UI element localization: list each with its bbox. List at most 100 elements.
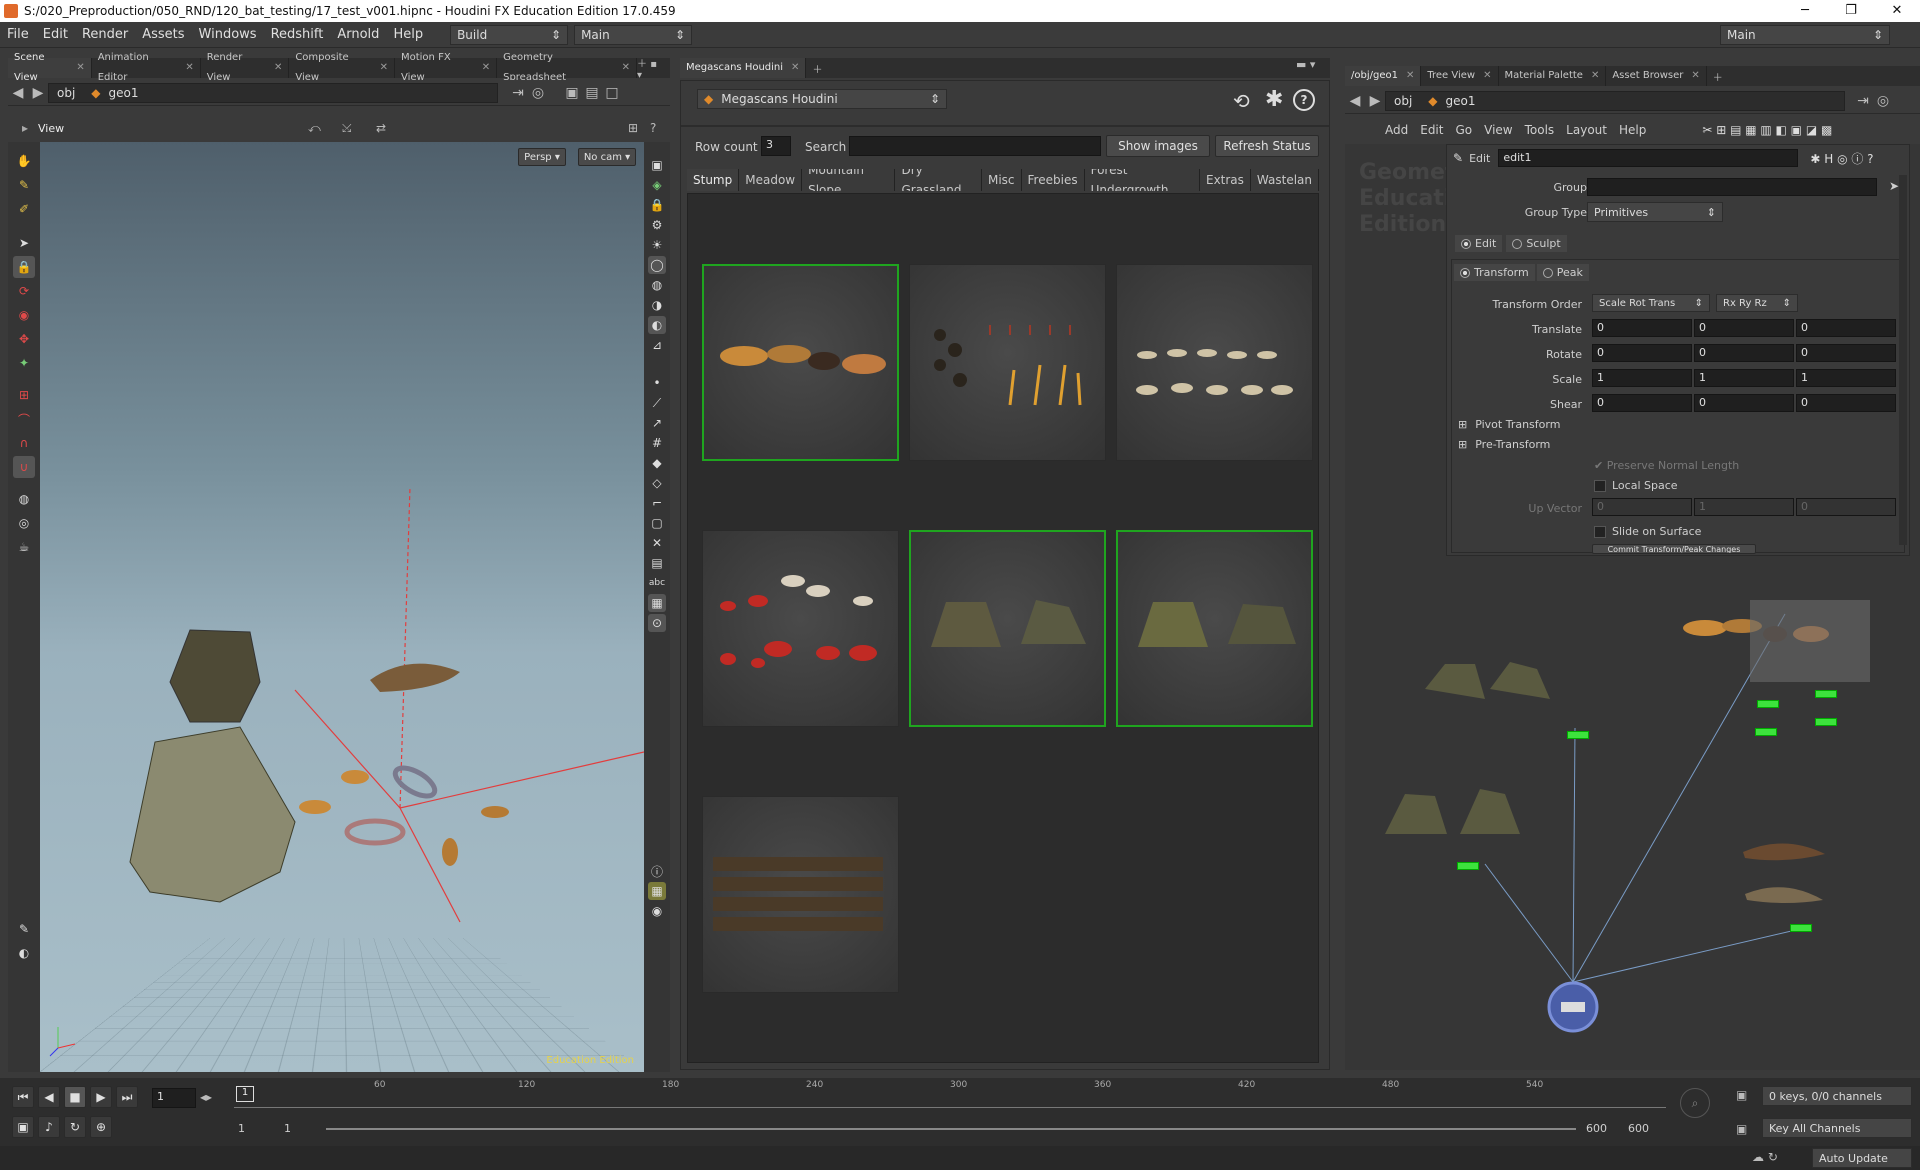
commit-button[interactable]: Commit Transform/Peak Changes	[1592, 544, 1756, 554]
mushroom-cap-3[interactable]	[481, 806, 509, 818]
close-tab-icon[interactable]: ✕	[622, 58, 630, 78]
tab-wasteland[interactable]: Wastelan	[1250, 169, 1319, 191]
reload-icon[interactable]: ⟲	[1233, 89, 1250, 113]
torus-object[interactable]	[391, 762, 439, 801]
translate-z-field[interactable]: 0	[1796, 319, 1896, 337]
up-vector-x[interactable]: 0	[1592, 498, 1692, 516]
grid-icon[interactable]: ▦	[648, 882, 666, 900]
vp-tool-icon[interactable]: ▤	[648, 554, 666, 572]
menu-view[interactable]: View	[1478, 123, 1518, 137]
group-type-dropdown[interactable]: Primitives ⇕	[1587, 202, 1723, 222]
asset-thumbnail-mushrooms[interactable]	[702, 264, 899, 461]
maximize-button[interactable]: ❐	[1828, 0, 1874, 22]
tab-peak[interactable]: Peak	[1536, 264, 1589, 281]
rotate-z-field[interactable]: 0	[1796, 344, 1896, 362]
menu-layout[interactable]: Layout	[1560, 123, 1613, 137]
link-icon[interactable]: ◎	[528, 83, 548, 103]
menu-redshift[interactable]: Redshift	[264, 27, 331, 42]
menu-add[interactable]: Add	[1379, 123, 1414, 137]
close-tab-icon[interactable]: ✕	[1406, 66, 1414, 86]
vp-tool-icon[interactable]: ⚙	[648, 216, 666, 234]
vp-tool-icon[interactable]: ◆	[648, 454, 666, 472]
vp-tool-icon[interactable]: ◈	[648, 176, 666, 194]
asset-thumbnail-debris[interactable]	[702, 796, 899, 993]
pan-tool-icon[interactable]: ⤩	[342, 121, 352, 136]
network-node[interactable]	[1755, 728, 1777, 736]
network-node[interactable]	[1815, 718, 1837, 726]
vp-tool-icon[interactable]: ▣	[648, 156, 666, 174]
range-start-2[interactable]: 1	[284, 1122, 291, 1135]
rotate-icon[interactable]: ⟳	[13, 280, 35, 302]
frame-step-icon[interactable]: ◂▸	[200, 1090, 212, 1104]
pivot-transform-folder[interactable]: ⊞ Pivot Transform	[1458, 418, 1560, 431]
vp-tool-icon[interactable]: ◍	[648, 276, 666, 294]
preserve-normal-checkbox[interactable]: ✔ Preserve Normal Length	[1594, 459, 1739, 472]
close-tab-icon[interactable]: ✕	[274, 58, 282, 78]
keys-channels-dropdown[interactable]: 0 keys, 0/0 channels	[1762, 1086, 1912, 1106]
menu-help[interactable]: Help	[1613, 123, 1652, 137]
render-icon[interactable]: ☕	[13, 536, 35, 558]
close-tab-icon[interactable]: ✕	[482, 58, 490, 78]
translate-x-field[interactable]: 0	[1592, 319, 1692, 337]
tree-stump-bottom[interactable]	[129, 726, 296, 903]
menu-render[interactable]: Render	[75, 27, 135, 42]
asset-thumbnail-red-mushrooms[interactable]	[702, 530, 899, 727]
range-slider[interactable]	[326, 1128, 1576, 1130]
network-node[interactable]	[1790, 924, 1812, 932]
help-icon[interactable]: ?	[1293, 89, 1315, 111]
asset-thumbnail-pale-mushrooms[interactable]	[1116, 264, 1313, 461]
tumble-tool-icon[interactable]: ⤺	[308, 121, 321, 136]
refresh-status-button[interactable]: Refresh Status	[1215, 135, 1319, 157]
asset-thumbnail-stumps-1[interactable]	[909, 530, 1106, 727]
network-node[interactable]	[1457, 862, 1479, 870]
menu-help[interactable]: Help	[386, 27, 430, 42]
add-tab-icon[interactable]: ＋	[1707, 69, 1729, 84]
desktop-main-dropdown[interactable]: Main ⇕	[574, 24, 693, 45]
pane-menu-icon[interactable]: ▬ ▾	[1296, 58, 1330, 78]
network-path[interactable]: obj ◆ geo1	[1385, 90, 1845, 111]
mode-edit-radio[interactable]: Edit	[1455, 234, 1503, 252]
parm-tools-icon[interactable]: ✱ H ◎ ⓘ ?	[1810, 150, 1873, 167]
asset-thumbnail-leaves[interactable]	[909, 264, 1106, 461]
group-field[interactable]	[1587, 178, 1877, 196]
up-vector-z[interactable]: 0	[1796, 498, 1896, 516]
megascans-dropdown[interactable]: ◆ Megascans Houdini ⇕	[697, 89, 947, 109]
pose-icon[interactable]: ✦	[13, 352, 35, 374]
path-obj[interactable]: obj	[57, 86, 75, 100]
transform-order-dropdown[interactable]: Scale Rot Trans ⇕	[1592, 294, 1710, 312]
link-icon[interactable]: ◎	[1873, 91, 1893, 111]
timeline-ruler[interactable]: 1 60 120 180 240 300 360 420 480 540	[234, 1080, 1666, 1108]
row-count-field[interactable]: 3	[761, 136, 791, 156]
rotate-x-field[interactable]: 0	[1592, 344, 1692, 362]
menu-tools[interactable]: Tools	[1519, 123, 1561, 137]
shear-x-field[interactable]: 0	[1592, 394, 1692, 412]
paint-icon[interactable]: ✐	[13, 198, 35, 220]
close-tab-icon[interactable]: ✕	[185, 58, 193, 78]
range-end[interactable]: 600	[1586, 1122, 1607, 1135]
pre-transform-folder[interactable]: ⊞ Pre-Transform	[1458, 438, 1550, 451]
menu-go[interactable]: Go	[1449, 123, 1478, 137]
jump-start-icon[interactable]: ⏮	[12, 1086, 34, 1108]
path-geo1[interactable]: geo1	[109, 86, 139, 100]
play-icon[interactable]: ▶	[90, 1086, 112, 1108]
scale-icon[interactable]: ◉	[13, 304, 35, 326]
vp-tool-icon[interactable]: ⊙	[648, 614, 666, 632]
shear-y-field[interactable]: 0	[1694, 394, 1794, 412]
vp-tool-icon[interactable]: ▦	[648, 594, 666, 612]
playhead[interactable]: 1	[236, 1086, 254, 1102]
tab-mountain-slope[interactable]: Mountain Slope	[802, 169, 896, 191]
forward-arrow-icon[interactable]: ▶	[1365, 91, 1385, 111]
close-tab-icon[interactable]: ✕	[1691, 66, 1699, 86]
select-arrow-icon[interactable]: ➤	[1889, 179, 1899, 193]
forward-arrow-icon[interactable]: ▶	[28, 83, 48, 103]
bark-fungus-object[interactable]	[370, 663, 460, 692]
range-end-2[interactable]: 600	[1628, 1122, 1649, 1135]
tab-animation-editor[interactable]: Animation Editor ✕	[92, 52, 201, 83]
network-node[interactable]	[1815, 690, 1837, 698]
viewport-view-label[interactable]: View	[38, 122, 64, 135]
snap-point-icon[interactable]: ∩	[13, 432, 35, 454]
close-tab-icon[interactable]: ✕	[76, 58, 84, 78]
tab-freebies[interactable]: Freebies	[1021, 169, 1085, 191]
menu-file[interactable]: File	[0, 27, 36, 42]
realtime-icon[interactable]: ▣	[12, 1116, 34, 1138]
